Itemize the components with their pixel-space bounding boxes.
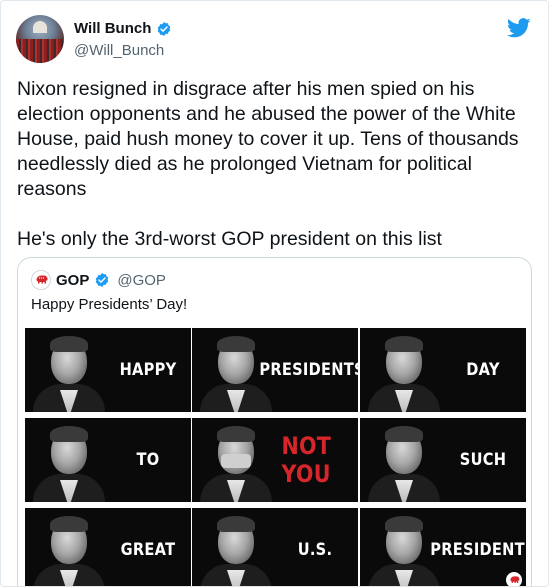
hair-shape [217, 336, 255, 352]
author-name-row: Will Bunch [74, 20, 172, 37]
author-handle[interactable]: @Will_Bunch [74, 42, 164, 59]
quoted-tweet[interactable]: GOP @GOP Happy Presidents’ Day! HAPPY PRE… [17, 257, 532, 586]
president-tile: HAPPY [25, 328, 191, 412]
quoted-tweet-header: GOP @GOP [31, 270, 166, 290]
president-tile: GREAT [25, 508, 191, 586]
president-tile: PRESIDENTS’ [192, 328, 358, 412]
president-portrait [29, 328, 109, 412]
tile-label: DAY [466, 360, 500, 380]
tile-label: NOT YOU [281, 432, 332, 488]
quoted-tweet-text: Happy Presidents’ Day! [31, 296, 188, 313]
hair-shape [50, 516, 88, 532]
president-portrait [364, 418, 444, 502]
president-portrait [196, 418, 276, 502]
face-mask-shape [221, 454, 251, 468]
twitter-bird-icon[interactable] [507, 17, 531, 39]
hair-shape [217, 426, 255, 442]
president-portrait [29, 418, 109, 502]
president-portrait [196, 508, 276, 586]
president-tile: U.S. [192, 508, 358, 586]
tile-label: SUCH [459, 450, 507, 470]
tile-label: GREAT [120, 540, 176, 560]
tweet-card: Will Bunch @Will_Bunch Nixon resigned in… [0, 0, 549, 587]
tweet-text: Nixon resigned in disgrace after his men… [17, 78, 519, 250]
president-tile: DAY [360, 328, 526, 412]
capitol-dome-shape [33, 21, 47, 33]
president-tile: NOT YOU [192, 418, 358, 502]
hair-shape [50, 336, 88, 352]
author-avatar[interactable] [16, 15, 64, 63]
tile-label: PRESIDENTS’ [259, 360, 358, 380]
president-tile: TO [25, 418, 191, 502]
president-portrait [364, 328, 444, 412]
tile-label: TO [136, 450, 160, 470]
hair-shape [385, 426, 423, 442]
hair-shape [385, 516, 423, 532]
president-portrait [29, 508, 109, 586]
hair-shape [50, 426, 88, 442]
president-tile: SUCH [360, 418, 526, 502]
quoted-display-name[interactable]: GOP [56, 272, 89, 289]
president-tile: PRESIDENTS [360, 508, 526, 586]
crowd-shape [16, 39, 64, 63]
tile-label: HAPPY [119, 360, 177, 380]
author-display-name[interactable]: Will Bunch [74, 20, 151, 37]
hair-shape [217, 516, 255, 532]
gop-watermark-icon [506, 572, 522, 586]
gop-elephant-icon[interactable] [31, 270, 51, 290]
quoted-handle[interactable]: @GOP [117, 272, 166, 289]
verified-badge-icon [158, 21, 171, 36]
quoted-verified-badge-icon [96, 273, 109, 287]
hair-shape [385, 336, 423, 352]
tile-label: U.S. [297, 540, 333, 560]
